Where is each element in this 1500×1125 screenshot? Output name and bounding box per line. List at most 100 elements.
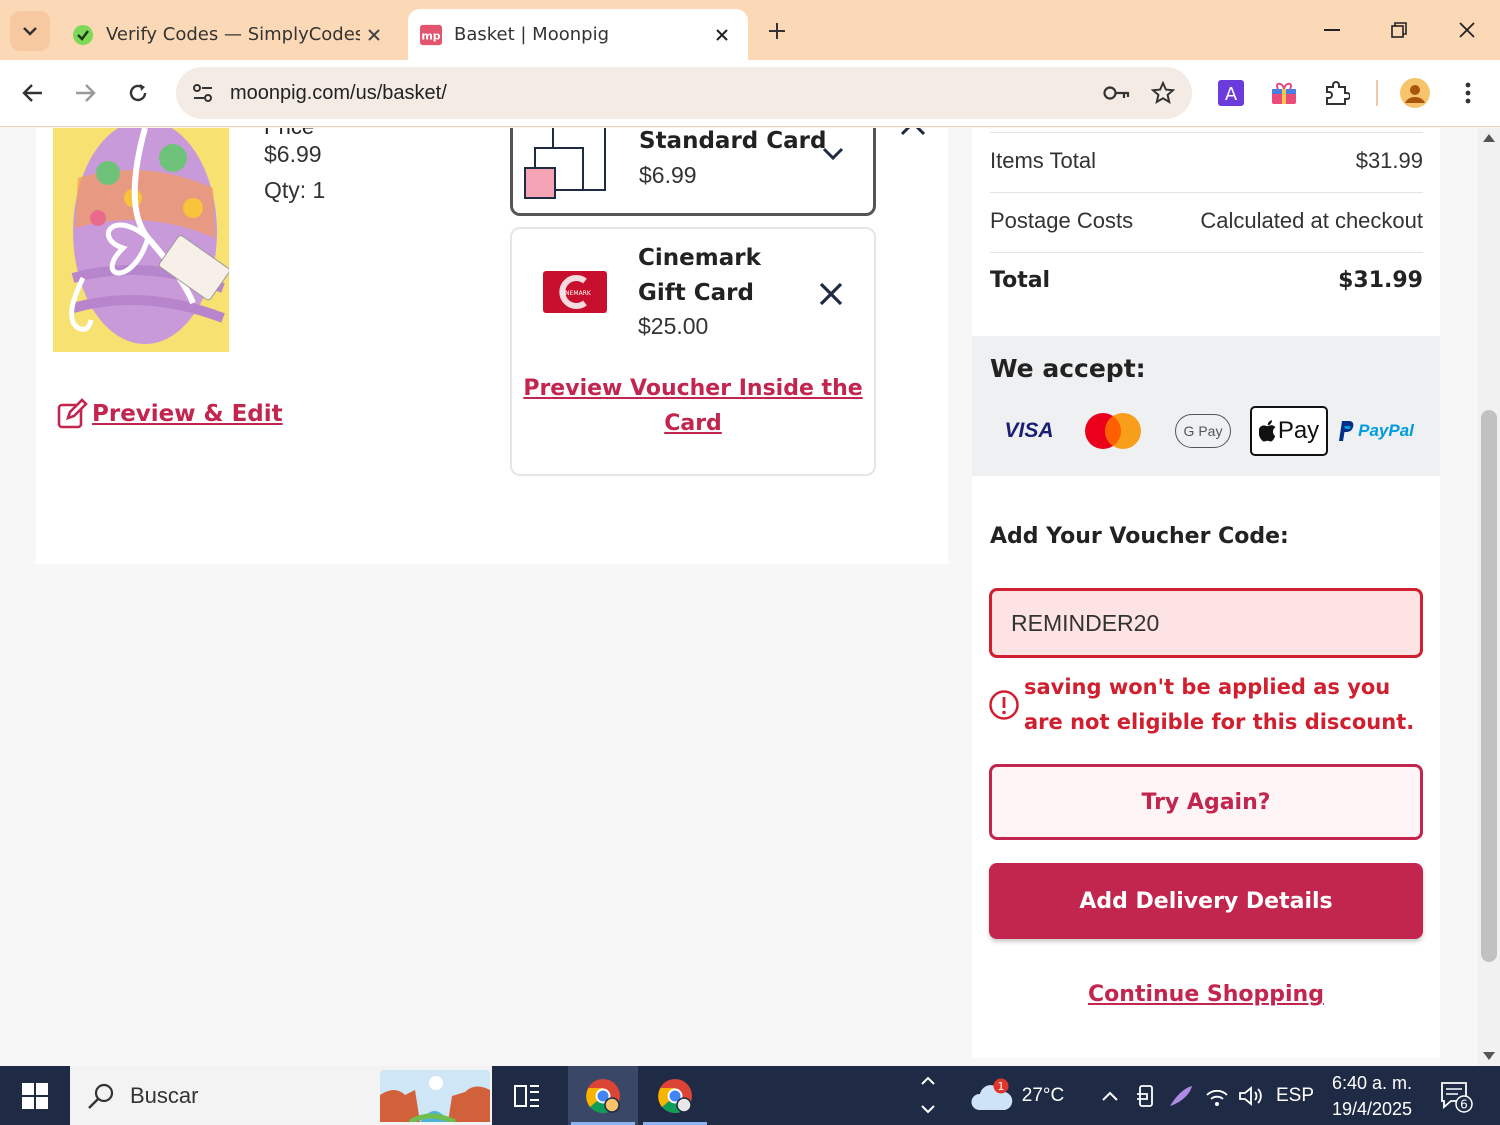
url-text[interactable]: moonpig.com/us/basket/ (230, 82, 1100, 105)
page-scrollbar[interactable] (1478, 128, 1500, 1066)
preview-edit-link[interactable]: Preview & Edit (56, 398, 283, 430)
wifi-icon (1206, 1089, 1228, 1106)
profile-button[interactable] (1397, 75, 1433, 111)
task-view-icon (514, 1084, 539, 1107)
chevron-up-icon (921, 1076, 935, 1085)
tab-simplycodes[interactable]: Verify Codes — SimplyCodes (60, 9, 400, 60)
taskbar-clock[interactable]: 6:40 a. m. 19/4/2025 (1322, 1070, 1422, 1122)
continue-shopping-link[interactable]: Continue Shopping (972, 982, 1440, 1007)
clock-time: 6:40 a. m. (1331, 1073, 1413, 1093)
gift-card-item: CINEMARK Cinemark Gift Card $25.00 Previ… (510, 227, 876, 476)
moonpig-favicon-icon: mp (420, 24, 442, 46)
letter-a-extension-icon: A (1218, 80, 1244, 106)
remove-gift-card-icon[interactable] (816, 279, 846, 309)
preview-voucher-link[interactable]: Preview Voucher Inside the Card (512, 371, 874, 441)
card-size-illustration (524, 128, 606, 199)
canyon-scenery-icon (380, 1070, 490, 1122)
gift-card-name: Cinemark Gift Card (638, 245, 761, 306)
scroll-thumb[interactable] (1481, 410, 1497, 962)
device-tray-icon[interactable] (1132, 1066, 1160, 1125)
weather-temperature[interactable]: 27°C (1016, 1066, 1070, 1125)
paypal-p-icon (1339, 421, 1354, 441)
card-size-name: Standard Card (639, 128, 827, 154)
chrome-taskbar-app-active[interactable] (568, 1066, 638, 1125)
volume-tray-icon[interactable] (1236, 1066, 1266, 1125)
simplycodes-favicon-icon (72, 24, 94, 46)
close-window-button[interactable] (1437, 10, 1497, 50)
tab-search-button[interactable] (10, 11, 50, 51)
key-icon[interactable] (1100, 76, 1134, 110)
card-size-price: $6.99 (639, 162, 697, 188)
start-button[interactable] (0, 1066, 70, 1125)
visa-logo: VISA (1004, 419, 1054, 442)
scroll-down-arrow-icon[interactable] (1483, 1052, 1495, 1060)
price-label: Price (264, 128, 314, 140)
wifi-tray-icon[interactable] (1202, 1066, 1232, 1125)
voucher-code-label: Add Your Voucher Code: (990, 524, 1289, 549)
taskbar-search-box[interactable]: Buscar (70, 1066, 492, 1125)
extension-a-button[interactable]: A (1213, 75, 1249, 111)
minimize-button[interactable] (1302, 10, 1362, 50)
language-indicator[interactable]: ESP (1274, 1066, 1316, 1125)
new-tab-button[interactable] (760, 14, 794, 48)
clock-date: 19/4/2025 (1331, 1099, 1413, 1119)
easter-card-thumbnail[interactable] (53, 128, 229, 352)
chrome-taskbar-app[interactable] (640, 1066, 710, 1125)
plus-icon (769, 23, 785, 39)
tab-title: Verify Codes — SimplyCodes (106, 24, 360, 45)
easter-egg-illustration (53, 128, 229, 352)
gift-card-price: $25.00 (638, 313, 709, 339)
page-viewport: Price $6.99 Qty: 1 Preview & Edit Standa… (0, 128, 1478, 1066)
svg-text:6: 6 (1460, 1097, 1468, 1111)
browser-menu-button[interactable] (1450, 75, 1486, 111)
svg-text:mp: mp (421, 29, 440, 42)
cloudy-weather-icon: 1 (971, 1078, 1013, 1110)
extension-gift-button[interactable] (1266, 75, 1302, 111)
items-total-label: Items Total (990, 148, 1096, 173)
voucher-code-input[interactable] (989, 588, 1423, 658)
forward-button[interactable] (64, 72, 106, 114)
add-delivery-details-button[interactable]: Add Delivery Details (989, 863, 1423, 939)
chevron-down-icon (822, 147, 844, 161)
restore-button[interactable] (1369, 10, 1429, 50)
items-total-value: $31.99 (1355, 148, 1423, 173)
card-size-selector[interactable]: Standard Card $6.99 (510, 128, 876, 216)
windows-taskbar: Buscar 1 27°C ESP 6:40 a. m. 19/4/2025 6 (0, 1066, 1500, 1125)
show-hidden-icons-button[interactable] (1096, 1066, 1124, 1125)
notification-chat-icon: 6 (1441, 1081, 1473, 1113)
close-tab-icon[interactable] (708, 21, 736, 49)
tab-moonpig-basket[interactable]: mp Basket | Moonpig (408, 9, 748, 60)
weather-widget[interactable]: 1 (970, 1066, 1014, 1125)
summary-divider (990, 192, 1423, 193)
task-view-button[interactable] (492, 1066, 562, 1125)
preview-edit-label: Preview & Edit (92, 401, 283, 427)
card-price: $6.99 (264, 141, 322, 167)
summary-divider (990, 252, 1423, 253)
search-placeholder: Buscar (130, 1082, 199, 1108)
svg-text:CINEMARK: CINEMARK (559, 290, 592, 297)
kebab-menu-icon (1465, 82, 1471, 104)
profile-avatar-icon (1400, 78, 1430, 108)
chevron-up-icon (1102, 1091, 1118, 1101)
close-tab-icon[interactable] (360, 21, 388, 49)
gift-extension-icon (1272, 82, 1296, 104)
notifications-button[interactable]: 6 (1436, 1066, 1476, 1125)
pen-tray-icon[interactable] (1166, 1066, 1196, 1125)
google-pay-logo: G Pay (1174, 406, 1232, 456)
remove-item-icon[interactable] (898, 128, 928, 138)
taskbar-overflow-scroller[interactable] (916, 1066, 940, 1125)
bookmark-star-icon[interactable] (1146, 76, 1180, 110)
svg-text:A: A (1225, 84, 1238, 105)
scroll-up-arrow-icon[interactable] (1483, 134, 1495, 142)
total-value: $31.99 (1338, 268, 1423, 293)
try-again-button[interactable]: Try Again? (989, 764, 1423, 840)
speaker-icon (1239, 1085, 1262, 1106)
site-info-icon[interactable] (188, 78, 218, 108)
arrow-left-icon (22, 84, 42, 102)
search-icon (88, 1083, 114, 1109)
extensions-button[interactable] (1319, 75, 1355, 111)
voucher-error-message: saving won't be applied as you are not e… (1024, 675, 1415, 734)
address-bar[interactable]: moonpig.com/us/basket/ (176, 67, 1192, 119)
back-button[interactable] (12, 72, 54, 114)
reload-button[interactable] (117, 72, 159, 114)
